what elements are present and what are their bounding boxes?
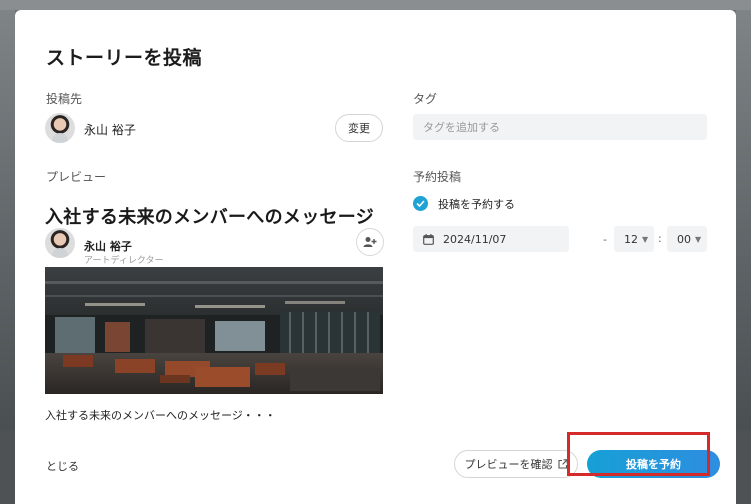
hour-value: 12 (624, 232, 638, 246)
author-role: アートディレクター (84, 256, 164, 266)
preview-title: 入社する未来のメンバーへのメッセージ (45, 207, 375, 228)
change-destination-button[interactable]: 変更 (335, 114, 383, 142)
schedule-checkbox[interactable] (413, 196, 428, 211)
destination-label: 投稿先 (46, 92, 83, 106)
post-story-dialog: ストーリーを投稿 投稿先 永山 裕子 変更 タグ タグを追加する プレビュー 入… (15, 10, 736, 504)
minute-select[interactable]: 00 ▼ (667, 226, 707, 252)
office-photo (45, 267, 383, 394)
preview-button[interactable]: プレビューを確認 (454, 450, 578, 478)
date-separator: - (603, 233, 607, 246)
chevron-down-icon: ▼ (695, 234, 702, 244)
preview-button-label: プレビューを確認 (464, 458, 553, 471)
check-icon (416, 200, 425, 207)
date-picker[interactable]: 2024/11/07 (413, 226, 569, 252)
date-value: 2024/11/07 (443, 232, 507, 246)
preview-caption: 入社する未来のメンバーへのメッセージ・・・ (45, 409, 276, 422)
schedule-checkbox-label: 投稿を予約する (438, 198, 515, 211)
author-avatar (45, 228, 75, 258)
highlight-box (567, 432, 710, 476)
preview-image (45, 267, 383, 394)
dialog-title: ストーリーを投稿 (46, 47, 203, 69)
destination-user-name: 永山 裕子 (84, 123, 136, 137)
add-user-icon (363, 237, 377, 247)
minute-value: 00 (677, 232, 691, 246)
time-separator: : (658, 232, 662, 245)
tag-input[interactable]: タグを追加する (413, 114, 707, 140)
hour-select[interactable]: 12 ▼ (614, 226, 654, 252)
add-user-button[interactable] (356, 228, 384, 256)
chevron-down-icon: ▼ (642, 234, 649, 244)
close-link[interactable]: とじる (46, 458, 79, 474)
calendar-icon (423, 233, 434, 245)
tags-label: タグ (413, 92, 438, 106)
author-name: 永山 裕子 (84, 240, 132, 253)
schedule-label: 予約投稿 (413, 170, 462, 184)
preview-label: プレビュー (46, 170, 107, 184)
avatar (45, 113, 75, 143)
external-link-icon (557, 459, 568, 469)
